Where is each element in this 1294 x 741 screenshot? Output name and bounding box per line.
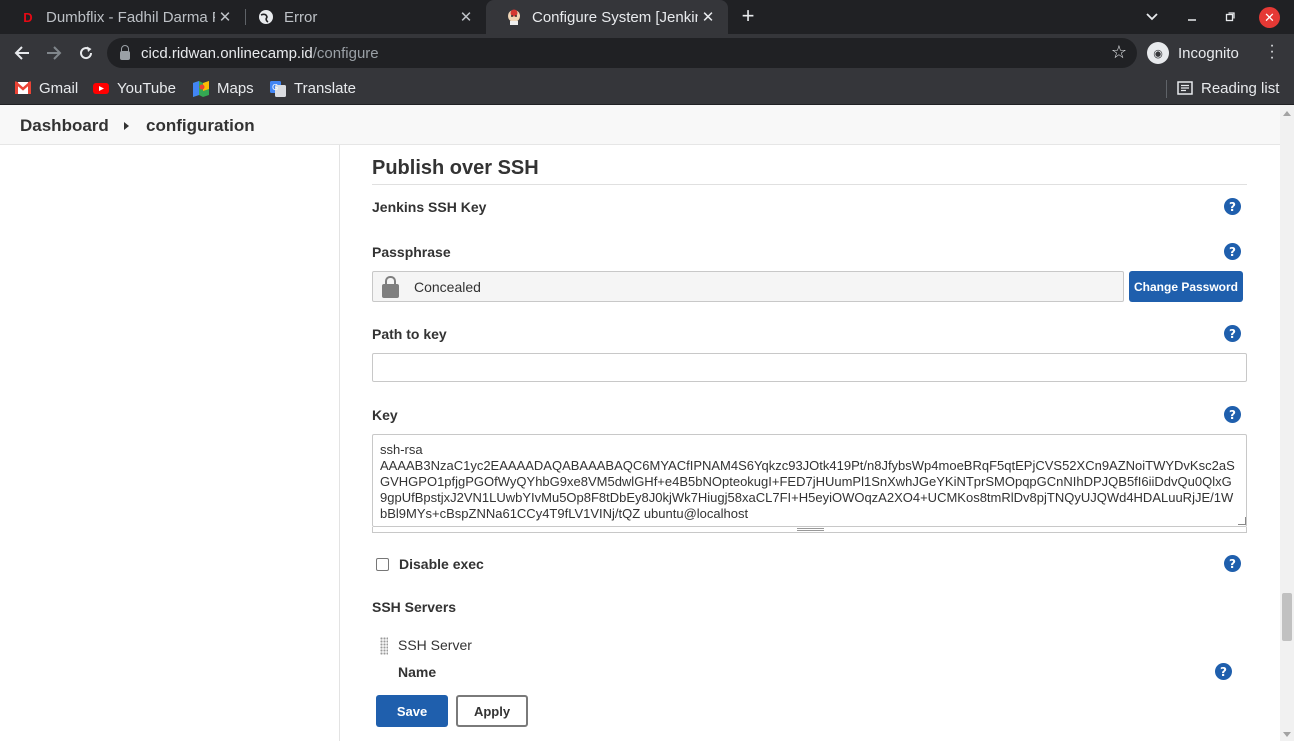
youtube-icon bbox=[93, 81, 109, 95]
disable-exec-label: Disable exec bbox=[399, 556, 484, 572]
passphrase-label: Passphrase bbox=[372, 244, 451, 260]
bookmark-translate[interactable]: G Translate bbox=[270, 78, 356, 98]
bookmark-label: Maps bbox=[217, 79, 254, 97]
help-icon[interactable]: ? bbox=[1224, 325, 1241, 342]
jenkins-ssh-key-label: Jenkins SSH Key bbox=[372, 199, 487, 215]
section-title: Publish over SSH bbox=[372, 157, 539, 179]
key-textarea[interactable]: ssh-rsa AAAAB3NzaC1yc2EAAAADAQABAAABAQC6… bbox=[372, 434, 1247, 527]
svg-text:G: G bbox=[272, 83, 278, 92]
padlock-icon bbox=[382, 275, 399, 298]
help-icon[interactable]: ? bbox=[1224, 243, 1241, 260]
tab-title: Configure System [Jenkins bbox=[532, 8, 698, 26]
key-line-body: AAAAB3NzaC1yc2EAAAADAQABAAABAQC6MYACfIPN… bbox=[380, 458, 1235, 521]
lock-icon[interactable] bbox=[120, 44, 130, 60]
tab-title: Dumbflix - Fadhil Darma P bbox=[46, 8, 215, 26]
key-line-type: ssh-rsa bbox=[380, 442, 423, 457]
passphrase-field: Concealed bbox=[372, 271, 1124, 302]
browser-tabstrip: D Dumbflix - Fadhil Darma P ✕ Error ✕ Co… bbox=[0, 0, 1294, 34]
tab-error[interactable]: Error ✕ bbox=[238, 0, 486, 34]
bookmark-star-icon[interactable]: ☆ bbox=[1111, 42, 1127, 63]
maps-icon bbox=[193, 81, 209, 97]
minimize-icon[interactable] bbox=[1182, 0, 1202, 34]
incognito-icon: ◉ bbox=[1147, 42, 1169, 64]
address-bar[interactable]: cicd.ridwan.onlinecamp.id/configure ☆ bbox=[107, 38, 1137, 68]
breadcrumb: Dashboard configuration bbox=[0, 105, 1280, 145]
restore-icon[interactable] bbox=[1220, 0, 1240, 34]
reading-list-icon bbox=[1177, 81, 1193, 95]
page-scrollbar[interactable] bbox=[1280, 105, 1294, 741]
help-icon[interactable]: ? bbox=[1224, 555, 1241, 572]
translate-icon: G bbox=[270, 81, 286, 97]
textarea-resize-handle[interactable] bbox=[1238, 517, 1246, 525]
name-label: Name bbox=[398, 664, 437, 680]
tab-title: Error bbox=[284, 8, 318, 26]
url-path: /configure bbox=[312, 44, 379, 62]
incognito-profile[interactable]: ◉ Incognito bbox=[1147, 41, 1239, 65]
breadcrumb-caret-icon[interactable] bbox=[124, 122, 129, 130]
bookmark-gmail[interactable]: Gmail bbox=[14, 78, 79, 98]
reading-list-label: Reading list bbox=[1201, 79, 1280, 97]
menu-kebab-icon[interactable]: · · · bbox=[1262, 38, 1282, 66]
change-password-button[interactable]: Change Password bbox=[1129, 271, 1243, 302]
expand-handle-icon bbox=[797, 528, 824, 531]
close-tab-icon[interactable]: ✕ bbox=[698, 8, 718, 26]
back-icon[interactable] bbox=[10, 41, 34, 65]
section-divider bbox=[372, 184, 1247, 185]
scroll-up-icon[interactable] bbox=[1283, 111, 1291, 116]
side-panel bbox=[0, 145, 340, 741]
url-host: cicd.ridwan.onlinecamp.id bbox=[141, 44, 313, 62]
bookmark-label: YouTube bbox=[117, 79, 176, 97]
ssh-server-label: SSH Server bbox=[398, 637, 472, 653]
breadcrumb-dashboard[interactable]: Dashboard bbox=[20, 116, 109, 136]
help-icon[interactable]: ? bbox=[1224, 198, 1241, 215]
ssh-servers-label: SSH Servers bbox=[372, 599, 457, 615]
scroll-thumb[interactable] bbox=[1282, 593, 1292, 641]
path-to-key-label: Path to key bbox=[372, 326, 447, 342]
tab-configure-system[interactable]: Configure System [Jenkins ✕ bbox=[486, 0, 728, 34]
profile-label: Incognito bbox=[1178, 44, 1239, 62]
dumbflix-icon: D bbox=[23, 9, 33, 25]
bookmark-maps[interactable]: Maps bbox=[193, 78, 254, 98]
key-label: Key bbox=[372, 407, 398, 423]
new-tab-button[interactable]: + bbox=[737, 5, 759, 29]
save-button[interactable]: Save bbox=[376, 695, 448, 727]
gmail-icon bbox=[14, 81, 32, 95]
textarea-expand-bar[interactable] bbox=[372, 527, 1247, 533]
tab-search-icon[interactable] bbox=[1142, 0, 1162, 34]
reading-list[interactable]: Reading list bbox=[1177, 78, 1279, 98]
jenkins-icon bbox=[506, 9, 522, 25]
bookmark-label: Translate bbox=[294, 79, 356, 97]
browser-toolbar: cicd.ridwan.onlinecamp.id/configure ☆ ◉ … bbox=[0, 34, 1294, 72]
globe-icon bbox=[258, 9, 274, 25]
bookmarks-bar: Gmail YouTube Maps G Translate Reading l… bbox=[0, 72, 1294, 105]
path-to-key-input[interactable] bbox=[372, 353, 1247, 382]
bookmarks-separator bbox=[1166, 80, 1167, 98]
drag-handle-icon[interactable] bbox=[380, 637, 388, 655]
forward-icon[interactable] bbox=[42, 41, 66, 65]
scroll-down-icon[interactable] bbox=[1283, 732, 1291, 737]
help-icon[interactable]: ? bbox=[1215, 663, 1232, 680]
disable-exec-checkbox[interactable] bbox=[376, 558, 389, 571]
help-icon[interactable]: ? bbox=[1224, 406, 1241, 423]
apply-button[interactable]: Apply bbox=[456, 695, 528, 727]
bookmark-label: Gmail bbox=[39, 79, 79, 97]
close-tab-icon[interactable]: ✕ bbox=[456, 8, 476, 26]
tab-dumbflix[interactable]: D Dumbflix - Fadhil Darma P ✕ bbox=[0, 0, 245, 34]
passphrase-value: Concealed bbox=[414, 278, 481, 295]
breadcrumb-configuration[interactable]: configuration bbox=[146, 116, 255, 136]
bookmark-youtube[interactable]: YouTube bbox=[93, 78, 176, 98]
reload-icon[interactable] bbox=[74, 41, 98, 65]
close-window-icon[interactable]: ✕ bbox=[1259, 7, 1280, 28]
close-tab-icon[interactable]: ✕ bbox=[215, 8, 235, 26]
